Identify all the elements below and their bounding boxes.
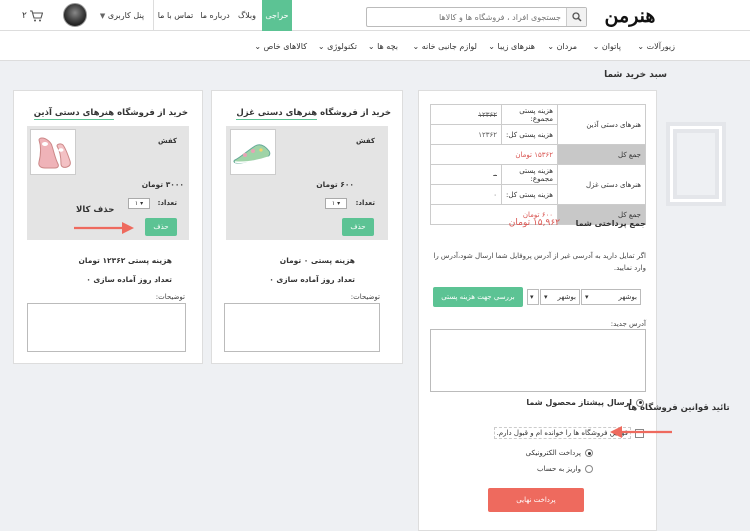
- city-select[interactable]: بوشهر ▾: [540, 289, 580, 305]
- final-payment-button[interactable]: پرداخت نهایی: [488, 488, 584, 512]
- vendor-shipping-cost: هزینه پستی ۰ تومان: [279, 256, 355, 265]
- grand-total-value: ۱۵,۹۶۲ تومان: [508, 218, 560, 228]
- category-fine-arts[interactable]: هنرهای زیبا ⌄: [488, 42, 535, 51]
- nav-auction[interactable]: حراجی: [262, 0, 292, 31]
- user-panel-label: پنل کاربری: [107, 11, 145, 20]
- vendor-title: خرید از فروشگاه هنرهای دستی غزل: [236, 108, 391, 120]
- store-name: هنرهای دستی غزل: [557, 164, 646, 205]
- product-image[interactable]: [30, 129, 76, 175]
- notes-input[interactable]: [27, 303, 186, 352]
- page-title: سبد خرید شما: [604, 70, 667, 80]
- new-address-label: آدرس جدید:: [610, 320, 646, 328]
- table-row: جمع کل ۱۵۳۶۲ تومان: [430, 144, 646, 165]
- payment-online-option[interactable]: پرداخت الکترونیکی: [480, 449, 593, 457]
- shipping-option[interactable]: ارسال پیشتاز محصول شما: [480, 398, 644, 407]
- table-row: هنرهای دستی غزل هزینه پستی مجموع: ۰: [430, 164, 646, 205]
- notes-label: توضیحات:: [350, 293, 380, 301]
- payment-deposit-option[interactable]: واریز به حساب: [480, 465, 593, 473]
- nav-about[interactable]: درباره ما: [198, 0, 232, 31]
- category-women[interactable]: پاتوان ⌄: [593, 42, 621, 51]
- annotation-delete-item: حذف کالا: [76, 205, 115, 215]
- shoe-icon: [38, 137, 71, 169]
- vendor-shipping-cost: هزینه پستی ۱۲۳۶۲ تومان: [78, 256, 172, 265]
- payment-online-radio[interactable]: [585, 449, 593, 457]
- delete-button[interactable]: حذف: [145, 218, 177, 236]
- search-icon: [571, 12, 582, 22]
- extra-select[interactable]: ▾: [527, 289, 539, 305]
- decorative-frame: [670, 126, 722, 202]
- delete-button[interactable]: حذف: [342, 218, 374, 236]
- payment-deposit-radio[interactable]: [585, 465, 593, 473]
- address-note: اگر تمایل دارید به آدرسی غیر از آدرس پرو…: [433, 252, 646, 272]
- search-button[interactable]: [566, 8, 586, 26]
- category-jewelry[interactable]: زیورآلات ⌄: [637, 42, 675, 51]
- quantity-label: تعداد:: [355, 199, 375, 207]
- vendor-prep-days: تعداد روز آماده سازی ۰: [86, 275, 172, 284]
- search-input[interactable]: [367, 8, 566, 26]
- user-panel-menu[interactable]: پنل کاربری ▼: [91, 0, 153, 31]
- category-technology[interactable]: تکنولوژی ⌄: [318, 42, 357, 51]
- payment-deposit-label: واریز به حساب: [537, 465, 581, 473]
- new-address-input[interactable]: [430, 329, 646, 392]
- quantity-label: تعداد:: [157, 199, 177, 207]
- category-kids[interactable]: بچه ها ⌄: [368, 42, 398, 51]
- shoe-icon: [233, 144, 271, 164]
- category-bar: زیورآلات ⌄ پاتوان ⌄ مردان ⌄ هنرهای زیبا …: [0, 31, 750, 61]
- grand-total-label: جمع پرداختی شما: [575, 219, 646, 228]
- cart-count: ۲: [22, 11, 27, 21]
- category-home-accessories[interactable]: لوازم جانبی خانه ⌄: [412, 42, 477, 51]
- quantity-select[interactable]: ۱ ▾: [128, 198, 150, 209]
- table-row: هنرهای دستی آذین هزینه پستی مجموع: ۱۲۳۶۲: [430, 104, 646, 145]
- avatar[interactable]: [63, 3, 87, 27]
- order-summary-table: هنرهای دستی آذین هزینه پستی مجموع: ۱۲۳۶۲…: [430, 104, 646, 225]
- arrow-right-icon: [74, 222, 134, 234]
- category-special[interactable]: کالاهای خاص ⌄: [254, 42, 307, 51]
- caret-down-icon: ▼: [99, 12, 106, 20]
- arrow-left-icon: [610, 426, 672, 438]
- nav-contact[interactable]: تماس با ما: [153, 0, 197, 31]
- item-price: ۳۰۰۰ تومان: [141, 180, 184, 189]
- item-name: کفش: [157, 137, 177, 145]
- search-box: [366, 7, 587, 27]
- category-men[interactable]: مردان ⌄: [547, 42, 577, 51]
- vendor-prep-days: تعداد روز آماده سازی ۰: [269, 275, 355, 284]
- notes-input[interactable]: [224, 303, 380, 352]
- quantity-select[interactable]: ۱ ▾: [325, 198, 347, 209]
- product-image[interactable]: [230, 129, 276, 175]
- notes-label: توضیحات:: [155, 293, 185, 301]
- annotation-confirm-terms: تائید قوانین فروشگاه ها: [628, 403, 730, 413]
- vendor-title: خرید از فروشگاه هنرهای دستی آذین: [33, 108, 188, 120]
- cart-icon: [29, 10, 43, 22]
- calculate-shipping-button[interactable]: بررسی جهت هزینه پستی: [433, 287, 523, 307]
- payment-online-label: پرداخت الکترونیکی: [525, 449, 581, 457]
- item-price: ۶۰۰ تومان: [316, 180, 354, 189]
- province-select[interactable]: بوشهر ▾: [581, 289, 641, 305]
- site-logo[interactable]: هنرمن: [595, 4, 665, 28]
- shipping-option-label: ارسال پیشتاز محصول شما: [526, 398, 632, 407]
- nav-blog[interactable]: وبلاگ: [232, 0, 262, 31]
- cart-button[interactable]: ۲: [22, 9, 48, 23]
- item-name: کفش: [355, 137, 375, 145]
- store-name: هنرهای دستی آذین: [557, 104, 646, 145]
